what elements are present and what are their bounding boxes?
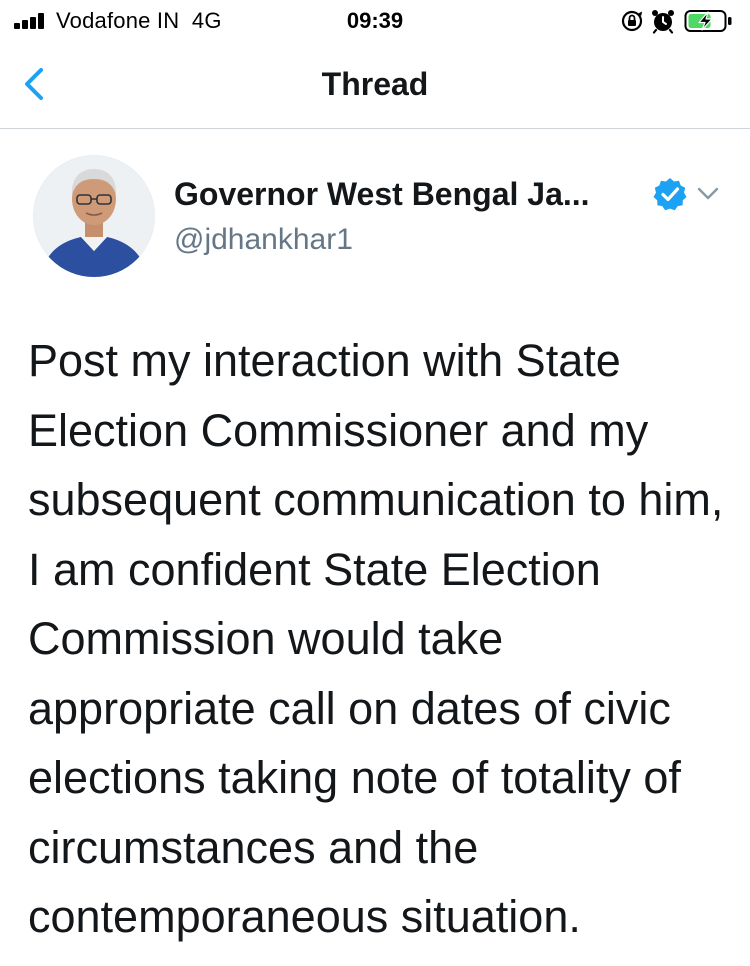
orientation-lock-icon (621, 10, 643, 32)
alarm-icon (652, 10, 674, 34)
avatar-image (33, 155, 155, 277)
status-icons (618, 8, 738, 34)
page-title: Thread (321, 66, 429, 102)
status-bar: Vodafone IN 4G 09:39 (0, 0, 750, 44)
avatar[interactable] (33, 155, 155, 277)
author-handle[interactable]: @jdhankhar1 (174, 220, 353, 260)
author-name[interactable]: Governor West Bengal Ja... (174, 172, 590, 216)
battery-charging-icon (684, 10, 732, 32)
tweet-text: Post my interaction with State Election … (28, 335, 724, 942)
nav-bar: Thread (0, 44, 750, 129)
verified-badge-icon (652, 176, 688, 212)
chevron-down-icon (697, 187, 719, 200)
more-options-button[interactable] (694, 180, 722, 208)
